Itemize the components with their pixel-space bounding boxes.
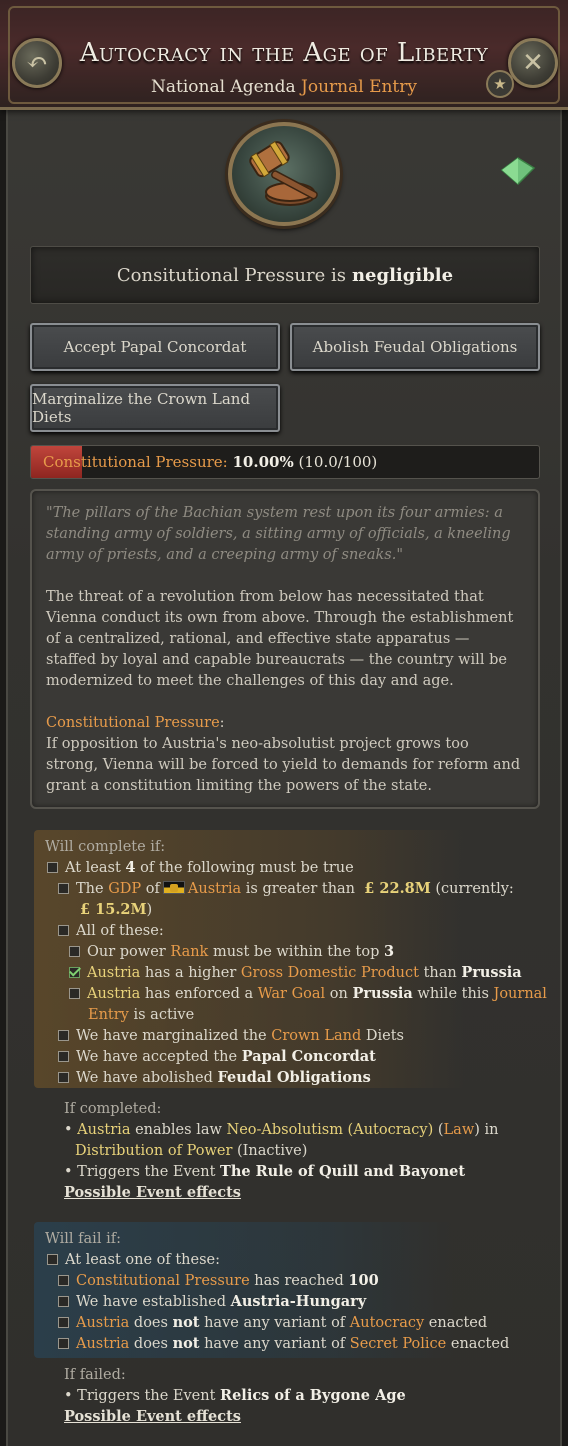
pressure-explanation: If opposition to Austria's neo-absolutis… — [46, 736, 521, 794]
checkbox — [69, 946, 80, 957]
close-icon: ✕ — [522, 48, 544, 78]
star-icon: ★ — [493, 75, 507, 93]
pin-star-button[interactable]: ★ — [486, 70, 514, 98]
pressure-status-label: Consitutional Pressure is — [116, 264, 346, 286]
fail-austria-hungary: We have established Austria-Hungary — [58, 1292, 366, 1312]
fail-secret-police: Austria does not have any variant of Sec… — [58, 1334, 509, 1354]
pressure-status-value: negligible — [351, 264, 454, 286]
condition-higher-gdp: Austria has a higher Gross Domestic Prod… — [69, 963, 522, 983]
checkbox — [58, 925, 69, 936]
pressure-heading: Constitutional Pressure — [46, 715, 220, 731]
description-box: "The pillars of the Bachian system rest … — [30, 489, 540, 809]
page-subtitle: National Agenda Journal Entry — [70, 77, 498, 97]
progress-count: (10.0/100) — [298, 453, 378, 471]
fail-at-least-one: At least one of these: — [47, 1250, 220, 1270]
undo-arrow-icon: ↶ — [26, 48, 48, 78]
effect-enable-law: • Austria enables law Neo-Absolutism (Au… — [64, 1122, 499, 1138]
checkbox — [47, 1254, 58, 1265]
accept-papal-concordat-button[interactable]: Accept Papal Concordat — [30, 323, 280, 371]
condition-papal-concordat: We have accepted the Papal Concordat — [58, 1047, 376, 1067]
progress-bar-text: Constitutional Pressure: 10.00% (10.0/10… — [43, 453, 377, 471]
page-title: Autocracy in the Age of Liberty — [79, 38, 489, 68]
condition-gdp: The GDP of Austria is greater than £ 22.8… — [58, 879, 514, 899]
possible-event-effects-link[interactable]: Possible Event effects — [64, 1183, 241, 1203]
progress-percent: 10.00% — [232, 453, 294, 471]
checkbox — [47, 862, 58, 873]
pressure-status-banner: Consitutional Pressure is negligible — [30, 246, 540, 304]
description-body: The threat of a revolution from below ha… — [46, 589, 514, 689]
gavel-emblem — [228, 122, 340, 226]
back-button[interactable]: ↶ — [12, 38, 62, 88]
subtitle-category: National Agenda — [150, 77, 296, 97]
checkbox — [58, 1338, 69, 1349]
flavor-quote: "The pillars of the Bachian system rest … — [46, 505, 511, 563]
subtitle-type: Journal Entry — [301, 77, 417, 97]
fail-autocracy: Austria does not have any variant of Aut… — [58, 1313, 487, 1333]
condition-gdp-current: £ 15.2M) — [80, 901, 153, 918]
checkbox — [58, 883, 69, 894]
gavel-icon — [249, 140, 318, 206]
effect-trigger-event: • Triggers the Event The Rule of Quill a… — [64, 1163, 466, 1180]
checkbox — [69, 988, 80, 999]
progress-label: Constitutional Pressure: — [43, 453, 228, 471]
checkbox — [58, 1296, 69, 1307]
fail-pressure: Constitutional Pressure has reached 100 — [58, 1271, 379, 1291]
condition-all-of: All of these: — [58, 921, 164, 941]
checked-checkbox-icon — [69, 967, 80, 978]
austria-flag-icon — [162, 881, 185, 894]
if-completed-heading: If completed: — [64, 1101, 162, 1117]
condition-at-least: At least 4 of the following must be true — [47, 858, 354, 878]
fail-heading: Will fail if: — [45, 1231, 121, 1247]
effect-law-group: Distribution of Power (Inactive) — [75, 1143, 308, 1159]
checkbox — [58, 1072, 69, 1083]
complete-heading: Will complete if: — [45, 839, 166, 855]
checkbox — [58, 1030, 69, 1041]
checkbox — [58, 1051, 69, 1062]
header: ↶ Autocracy in the Age of Liberty Nation… — [0, 0, 568, 110]
checkbox — [58, 1317, 69, 1328]
condition-feudal-obligations: We have abolished Feudal Obligations — [58, 1068, 371, 1088]
diamond-gem-icon — [500, 157, 536, 186]
if-failed-heading: If failed: — [64, 1367, 126, 1383]
condition-rank: Our power Rank must be within the top 3 — [69, 942, 394, 962]
abolish-feudal-obligations-button[interactable]: Abolish Feudal Obligations — [290, 323, 540, 371]
fail-trigger-event: • Triggers the Event Relics of a Bygone … — [64, 1387, 406, 1404]
condition-war-goal-cont: Entry is active — [88, 1007, 195, 1023]
fail-possible-event-effects-link[interactable]: Possible Event effects — [64, 1407, 241, 1427]
checkbox — [58, 1275, 69, 1286]
condition-war-goal: Austria has enforced a War Goal on Pruss… — [69, 984, 547, 1004]
marginalize-crown-land-diets-button[interactable]: Marginalize the Crown Land Diets — [30, 384, 280, 432]
constitutional-pressure-bar: Constitutional Pressure: 10.00% (10.0/10… — [30, 445, 540, 479]
condition-crown-land-diets: We have marginalized the Crown Land Diet… — [58, 1026, 404, 1046]
close-button[interactable]: ✕ — [508, 38, 558, 88]
